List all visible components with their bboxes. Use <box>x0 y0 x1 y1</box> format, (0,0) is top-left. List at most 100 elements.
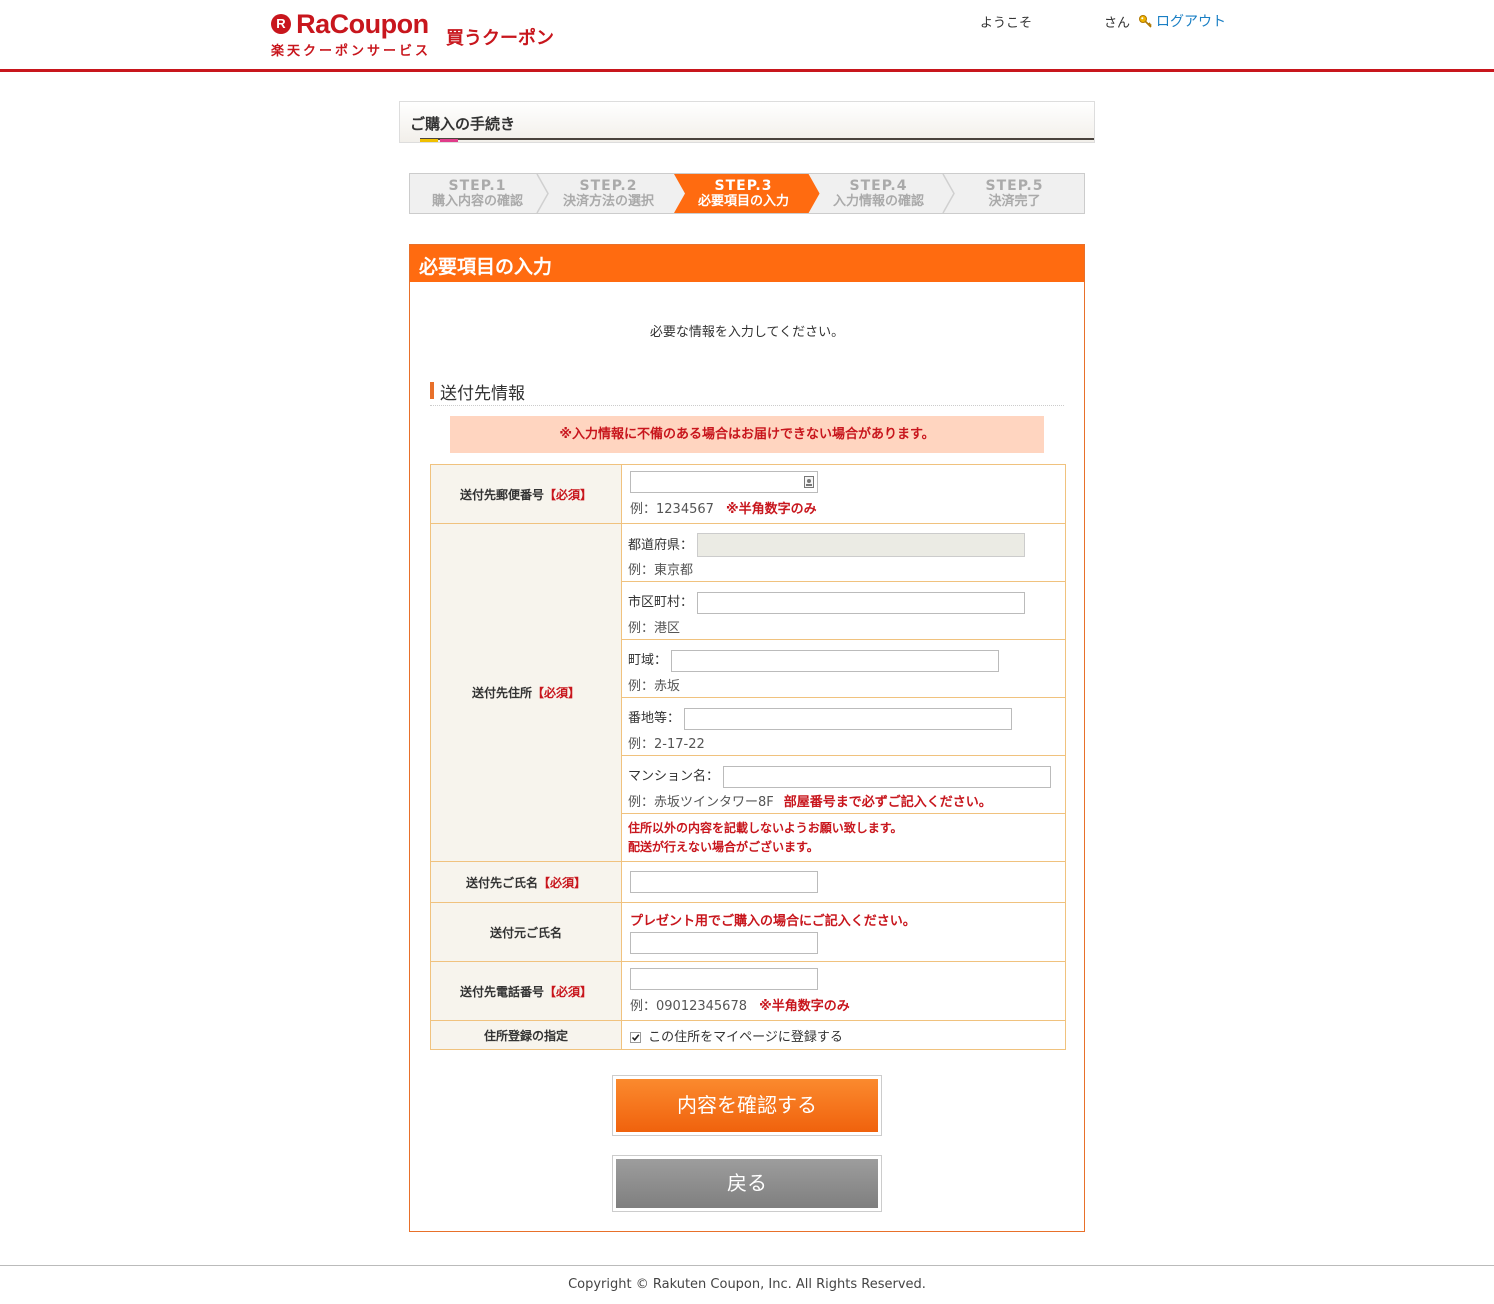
postal-value-cell: 例：1234567 ※半角数字のみ <box>621 464 1066 524</box>
back-button-frame: 戻る <box>612 1155 882 1212</box>
postal-hint: 例：1234567 ※半角数字のみ <box>630 498 1065 517</box>
register-address-checkbox[interactable] <box>630 1031 641 1043</box>
phone-example: 例：09012345678 <box>630 999 747 1014</box>
step-3: STEP.3 必要項目の入力 <box>676 174 811 213</box>
procedure-title-bar: ご購入の手続き <box>399 101 1095 143</box>
site-header: R RaCoupon 楽天クーポンサービス 買うクーポン ようこそ さん ログア… <box>0 0 1494 72</box>
phone-row: 送付先電話番号【必須】 例：09012345678 ※半角数字のみ <box>430 961 1066 1021</box>
address-label-cell: 送付先住所【必須】 <box>430 523 622 862</box>
city-label: 市区町村： <box>628 595 694 610</box>
check-icon <box>631 1033 640 1041</box>
title-accent-pink <box>440 139 458 142</box>
town-example: 例：赤坂 <box>628 679 681 694</box>
confirm-button[interactable]: 内容を確認する <box>616 1079 878 1132</box>
recipient-name-row: 送付先ご氏名【必須】 <box>430 861 1066 903</box>
street-number-label: 番地等： <box>628 711 681 726</box>
intro-text: 必要な情報を入力してください。 <box>649 325 845 340</box>
welcome-text: ようこそ <box>980 16 1033 31</box>
logout-label: ログアウト <box>1156 14 1226 30</box>
buy-coupon-title: 買うクーポン <box>446 28 554 49</box>
logout-link[interactable]: ログアウト <box>1138 11 1226 31</box>
register-row: 住所登録の指定 この住所をマイページに登録する <box>430 1020 1066 1050</box>
building-example: 例：赤坂ツインタワー8F <box>628 795 774 810</box>
phone-label: 送付先電話番号 <box>459 984 544 999</box>
address-value-cell: 都道府県： 例：東京都 市区町村： 例：港区 町域： 例：赤坂 番地等： 例：2… <box>621 523 1066 862</box>
city-row: 市区町村： 例：港区 <box>622 582 1065 640</box>
section-heading: 送付先情報 <box>430 379 1064 406</box>
address-warning-line-1: 住所以外の内容を記載しないようお願い致します。 <box>628 821 903 835</box>
prefecture-field <box>697 533 1026 557</box>
step-1-label: 購入内容の確認 <box>431 194 523 209</box>
section-title: 送付先情報 <box>440 384 525 404</box>
city-example: 例：港区 <box>628 621 681 636</box>
recipient-name-input[interactable] <box>630 871 818 893</box>
address-book-icon[interactable] <box>804 476 814 488</box>
step-4: STEP.4 入力情報の確認 <box>811 174 946 213</box>
warning-notice: ※入力情報に不備のある場合はお届けできない場合があります。 <box>450 416 1044 453</box>
town-label: 町域： <box>628 653 668 668</box>
register-checkbox-label[interactable]: この住所をマイページに登録する <box>648 1030 843 1045</box>
street-number-example: 例：2-17-22 <box>628 737 705 752</box>
postal-example: 例：1234567 <box>630 502 714 517</box>
address-label: 送付先住所 <box>471 686 532 700</box>
street-number-input[interactable] <box>684 707 1013 730</box>
step-5: STEP.5 決済完了 <box>947 174 1082 213</box>
address-warning-line-2: 配送が行えない場合がございます。 <box>628 840 819 854</box>
step-2: STEP.2 決済方法の選択 <box>541 174 676 213</box>
procedure-title: ご購入の手続き <box>410 115 516 133</box>
town-input[interactable] <box>671 649 1000 672</box>
step-1: STEP.1 購入内容の確認 <box>410 174 545 213</box>
confirm-button-frame: 内容を確認する <box>612 1075 882 1136</box>
step-4-label: 入力情報の確認 <box>832 194 924 209</box>
recipient-name-label-cell: 送付先ご氏名【必須】 <box>430 861 622 903</box>
postal-label-cell: 送付先郵便番号【必須】 <box>430 464 622 524</box>
address-warning: 住所以外の内容を記載しないようお願い致します。 配送が行えない場合がございます。 <box>622 814 1065 861</box>
copyright: Copyright © Rakuten Coupon, Inc. All Rig… <box>568 1277 926 1292</box>
postal-code-input[interactable] <box>630 471 818 493</box>
recipient-name-label: 送付先ご氏名 <box>465 875 538 890</box>
section-heading-bar <box>430 382 434 399</box>
register-value-cell: この住所をマイページに登録する <box>621 1020 1066 1050</box>
register-label: 住所登録の指定 <box>483 1028 568 1043</box>
sender-name-note: プレゼント用でご購入の場合にご記入ください。 <box>630 914 916 929</box>
sender-name-label: 送付元ご氏名 <box>489 925 562 940</box>
postal-note: ※半角数字のみ <box>726 502 817 517</box>
logo-text: RaCoupon <box>296 9 429 39</box>
phone-input[interactable] <box>630 968 818 990</box>
prefecture-example: 例：東京都 <box>628 563 694 578</box>
building-row: マンション名： 例：赤坂ツインタワー8F 部屋番号まで必ずご記入ください。 <box>622 756 1065 814</box>
shipping-form: 送付先郵便番号【必須】 例：1234567 ※半角数字のみ 送付先住所【必須】 … <box>430 464 1066 1050</box>
sender-name-input[interactable] <box>630 932 818 954</box>
title-underline <box>420 138 1094 140</box>
rakuten-r-icon: R <box>271 14 291 34</box>
step-5-label: 決済完了 <box>988 194 1041 209</box>
phone-note: ※半角数字のみ <box>759 999 850 1014</box>
sender-name-label-cell: 送付元ご氏名 <box>430 902 622 962</box>
town-row: 町域： 例：赤坂 <box>622 640 1065 698</box>
step-3-label: 必要項目の入力 <box>697 194 789 209</box>
street-number-row: 番地等： 例：2-17-22 <box>622 698 1065 756</box>
back-button[interactable]: 戻る <box>616 1159 878 1208</box>
sender-name-row: 送付元ご氏名 プレゼント用でご購入の場合にご記入ください。 <box>430 902 1066 962</box>
logo-subtitle: 楽天クーポンサービス <box>271 44 432 59</box>
input-panel: 必要項目の入力 必要な情報を入力してください。 送付先情報 ※入力情報に不備のあ… <box>409 244 1085 1232</box>
racoupon-logo[interactable]: R RaCoupon <box>271 10 429 38</box>
step-5-number: STEP.5 <box>985 178 1044 194</box>
required-mark: 【必須】 <box>544 984 593 999</box>
building-label: マンション名： <box>628 769 720 784</box>
building-input[interactable] <box>723 765 1052 788</box>
prefecture-label: 都道府県： <box>628 537 694 553</box>
sender-name-value-cell: プレゼント用でご購入の場合にご記入ください。 <box>621 902 1066 962</box>
required-mark: 【必須】 <box>538 875 587 890</box>
user-honorific: さん <box>1104 16 1131 31</box>
phone-label-cell: 送付先電話番号【必須】 <box>430 961 622 1021</box>
recipient-name-value-cell <box>621 861 1066 903</box>
city-input[interactable] <box>697 591 1026 614</box>
title-accent-yellow <box>420 139 438 142</box>
step-4-number: STEP.4 <box>849 178 908 194</box>
postal-label: 送付先郵便番号 <box>459 487 544 502</box>
required-mark: 【必須】 <box>532 686 581 700</box>
panel-header: 必要項目の入力 <box>410 245 1084 282</box>
postal-row: 送付先郵便番号【必須】 例：1234567 ※半角数字のみ <box>430 464 1066 524</box>
step-1-number: STEP.1 <box>448 178 507 194</box>
